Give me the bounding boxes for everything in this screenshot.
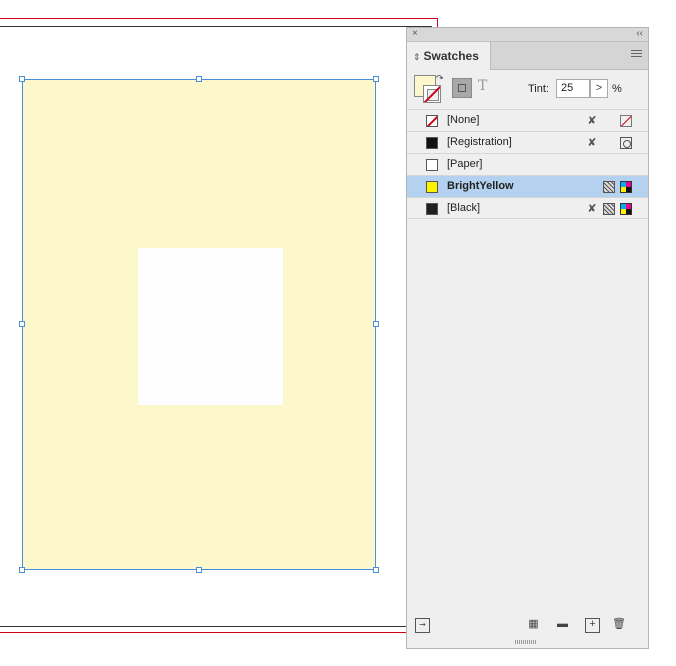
resize-handle-top-mid[interactable] <box>196 76 202 82</box>
tint-slider-toggle[interactable]: > <box>590 79 608 98</box>
tab-label: Swatches <box>423 49 479 63</box>
tint-label: Tint: <box>528 83 549 95</box>
swatch-name: [None] <box>447 114 480 126</box>
pencil-strike-icon: ✘ <box>587 137 597 149</box>
document-canvas[interactable] <box>0 0 438 666</box>
pencil-strike-icon: ✘ <box>587 203 597 215</box>
panel-bottom-bar: ➞ ▦ ▬ + 🗑 <box>407 615 648 637</box>
resize-handle-bottom-left[interactable] <box>19 567 25 573</box>
process-color-icon <box>603 181 615 193</box>
swatch-name: [Paper] <box>447 158 483 170</box>
inner-white-rectangle[interactable] <box>138 248 283 405</box>
new-swatch-icon[interactable]: + <box>585 618 600 633</box>
paper-swatch-chip <box>426 159 438 171</box>
resize-handle-bottom-mid[interactable] <box>196 567 202 573</box>
resize-handle-top-left[interactable] <box>19 76 25 82</box>
swatch-row-registration[interactable]: [Registration] ✘ <box>407 131 648 153</box>
tab-sort-icon: ⇕ <box>413 52 421 62</box>
swatch-name: [Registration] <box>447 136 512 148</box>
swatch-name: [Black] <box>447 202 481 214</box>
swatch-row-paper[interactable]: [Paper] <box>407 153 648 175</box>
registration-icon <box>620 137 632 149</box>
page-edge-top <box>0 26 432 27</box>
tint-input[interactable]: 25 <box>556 79 590 98</box>
resize-handle-top-right[interactable] <box>373 76 379 82</box>
tint-unit: % <box>612 83 622 95</box>
none-icon <box>620 115 632 127</box>
pencil-strike-icon: ✘ <box>587 115 597 127</box>
stroke-swatch[interactable] <box>423 85 441 103</box>
bleed-line-bottom <box>0 632 406 633</box>
panel-tab-strip: ⇕ Swatches <box>407 42 648 70</box>
show-swatch-kinds-icon[interactable]: ▦ <box>527 618 540 631</box>
bleed-line-top <box>0 18 438 19</box>
registration-swatch-chip <box>426 137 438 149</box>
collapse-panel-button[interactable]: ‹‹ <box>636 28 643 40</box>
process-color-icon <box>603 203 615 215</box>
resize-handle-mid-right[interactable] <box>373 321 379 327</box>
swatch-list: [None] ✘ [Registration] ✘ [Paper] Bright… <box>407 109 648 219</box>
cmyk-icon <box>620 181 632 193</box>
delete-swatch-icon[interactable]: 🗑 <box>612 618 626 631</box>
swatch-controls: ↷ T Tint: 25 > % <box>407 70 648 108</box>
cmyk-icon <box>620 203 632 215</box>
swatch-row-black[interactable]: [Black] ✘ <box>407 197 648 219</box>
place-swatch-icon[interactable]: ➞ <box>415 618 430 633</box>
swatch-row-none[interactable]: [None] ✘ <box>407 109 648 131</box>
close-panel-button[interactable]: × <box>412 28 418 40</box>
new-color-group-icon[interactable]: ▬ <box>556 618 569 631</box>
formatting-affects-text-button[interactable]: T <box>478 78 487 94</box>
page-edge-bottom <box>0 626 406 627</box>
formatting-affects-container-button[interactable] <box>452 78 472 98</box>
panel-resize-grip[interactable] <box>515 640 537 644</box>
swatch-row-brightyellow[interactable]: BrightYellow <box>407 175 648 197</box>
swap-fill-stroke-icon[interactable]: ↷ <box>436 73 444 84</box>
tab-swatches[interactable]: ⇕ Swatches <box>407 42 491 70</box>
swatches-panel: × ‹‹ ⇕ Swatches ↷ T Tint: 25 > % [None] ✘ <box>406 27 649 649</box>
panel-title-bar[interactable]: × ‹‹ <box>407 28 648 42</box>
resize-handle-mid-left[interactable] <box>19 321 25 327</box>
resize-handle-bottom-right[interactable] <box>373 567 379 573</box>
panel-menu-icon[interactable] <box>631 50 642 59</box>
none-swatch-chip <box>426 115 438 127</box>
black-swatch-chip <box>426 203 438 215</box>
brightyellow-swatch-chip <box>426 181 438 193</box>
swatch-name: BrightYellow <box>447 180 514 192</box>
